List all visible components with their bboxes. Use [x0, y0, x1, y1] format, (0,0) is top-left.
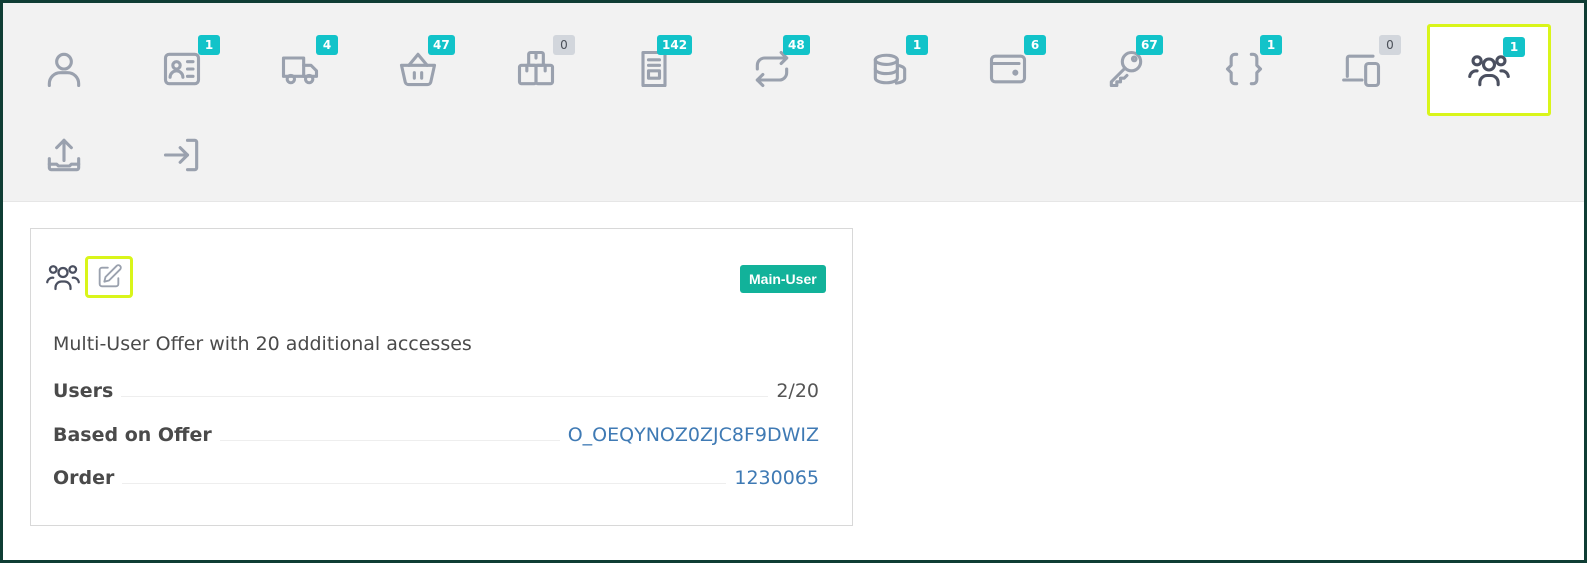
- upload-icon: [47, 138, 81, 172]
- tab-shipping[interactable]: 4: [241, 27, 359, 111]
- tab-subscriptions[interactable]: 48: [713, 27, 831, 111]
- wallet-icon: [989, 54, 1027, 84]
- tab-upload[interactable]: [5, 113, 123, 197]
- tab-login-as[interactable]: [123, 113, 241, 197]
- detail-row-users: Users 2/20: [53, 376, 819, 406]
- row-divider: [219, 439, 560, 441]
- tab-basket[interactable]: 47: [359, 27, 477, 111]
- offer-link[interactable]: O_OEQYNOZ0ZJC8F9DWIZ: [560, 424, 819, 446]
- tab-badge: 1: [1503, 37, 1525, 57]
- main-user-badge: Main-User: [740, 265, 826, 293]
- tab-invoices[interactable]: 142: [595, 27, 713, 111]
- tab-badge: 6: [1024, 35, 1046, 55]
- offer-title: Multi-User Offer with 20 additional acce…: [53, 333, 472, 355]
- row-label: Order: [53, 467, 123, 489]
- tab-packages[interactable]: 0: [477, 27, 595, 111]
- app-frame: 1 4 47 0 142 48 1 6 67 1 0 1 Main-User M…: [0, 0, 1587, 563]
- tab-badge: 1: [906, 35, 928, 55]
- multi-user-offer-card: Main-User Multi-User Offer with 20 addit…: [30, 228, 853, 526]
- tab-profile[interactable]: [5, 27, 123, 111]
- packages-icon: [517, 50, 555, 86]
- tab-id-card[interactable]: 1: [123, 27, 241, 111]
- row-divider: [122, 482, 727, 484]
- users-icon: [46, 265, 80, 291]
- tab-badge: 1: [1260, 35, 1282, 55]
- devices-icon: [1342, 54, 1381, 88]
- card-users-icon-wrap: [45, 259, 81, 295]
- tab-badge: 0: [1379, 35, 1401, 55]
- tab-wallet[interactable]: 6: [949, 27, 1067, 111]
- users-count: 2/20: [776, 380, 819, 402]
- braces-icon: [1225, 52, 1263, 86]
- coins-icon: [873, 53, 907, 85]
- id-card-icon: [163, 52, 201, 86]
- edit-button[interactable]: [85, 256, 133, 298]
- tab-badge: 67: [1136, 35, 1163, 55]
- tab-bar: 1 4 47 0 142 48 1 6 67 1 0 1: [3, 3, 1584, 202]
- tab-badge: 4: [316, 35, 338, 55]
- sign-in-icon: [163, 138, 199, 172]
- truck-icon: [281, 56, 319, 85]
- tab-api[interactable]: 1: [1185, 27, 1303, 111]
- tab-badge: 0: [553, 35, 575, 55]
- detail-row-offer: Based on Offer O_OEQYNOZ0ZJC8F9DWIZ: [53, 420, 819, 450]
- tab-badge: 47: [428, 35, 455, 55]
- order-link[interactable]: 1230065: [726, 467, 819, 489]
- detail-row-order: Order 1230065: [53, 463, 819, 493]
- row-divider: [121, 395, 769, 397]
- tab-keys[interactable]: 67: [1067, 27, 1185, 111]
- row-label: Users: [53, 380, 122, 402]
- user-icon: [47, 52, 81, 88]
- row-label: Based on Offer: [53, 424, 220, 446]
- tab-badge: 142: [657, 35, 693, 55]
- tab-multi-user[interactable]: 1: [1427, 24, 1551, 116]
- tab-devices[interactable]: 0: [1303, 27, 1421, 111]
- tab-badge: 48: [783, 35, 810, 55]
- tab-credits[interactable]: 1: [831, 27, 949, 111]
- edit-icon: [98, 264, 122, 288]
- tab-badge: 1: [198, 35, 220, 55]
